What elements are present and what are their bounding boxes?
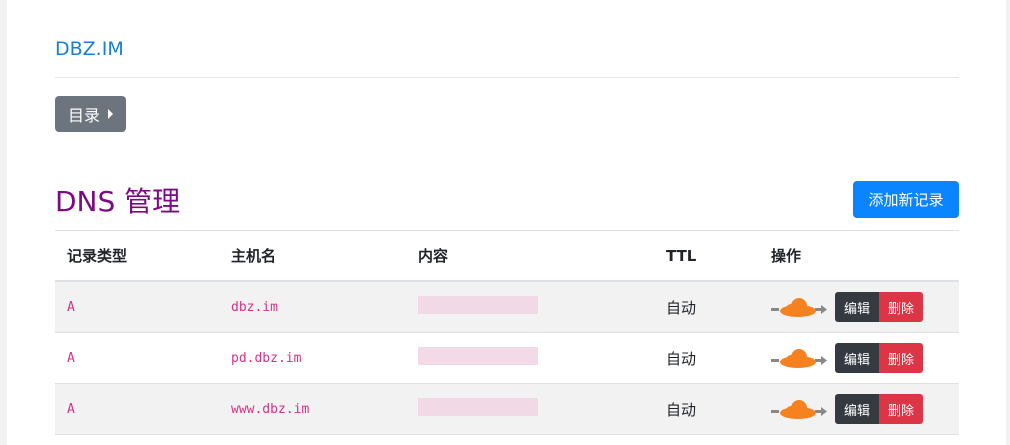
redacted-content xyxy=(418,347,538,365)
column-header-content: 内容 xyxy=(406,230,654,282)
cloud-proxy-icon[interactable] xyxy=(771,296,829,318)
record-actions: 编辑 删除 xyxy=(759,332,959,384)
record-type: A xyxy=(55,383,219,435)
toc-button[interactable]: 目录 xyxy=(55,96,126,132)
column-header-type: 记录类型 xyxy=(55,230,219,282)
record-actions: 编辑 删除 xyxy=(759,281,959,333)
cloud-proxy-icon[interactable] xyxy=(771,347,829,369)
record-actions: 编辑 删除 xyxy=(759,383,959,435)
table-row: A dbz.im 自动 编辑 删除 xyxy=(55,281,959,333)
page-title: DNS 管理 xyxy=(55,185,181,218)
site-title-link[interactable]: DBZ.IM xyxy=(55,38,124,60)
record-type: A xyxy=(55,281,219,333)
table-row: A www.dbz.im 自动 编辑 删除 xyxy=(55,383,959,435)
record-content xyxy=(406,332,654,384)
delete-button[interactable]: 删除 xyxy=(879,292,924,322)
delete-button[interactable]: 删除 xyxy=(879,394,924,424)
record-ttl: 自动 xyxy=(654,332,759,384)
record-type: A xyxy=(55,332,219,384)
record-host: www.dbz.im xyxy=(219,383,406,435)
record-content xyxy=(406,383,654,435)
column-header-ttl: TTL xyxy=(654,230,759,282)
edit-button[interactable]: 编辑 xyxy=(835,292,880,322)
caret-right-icon xyxy=(108,109,113,119)
redacted-content xyxy=(418,398,538,416)
column-header-actions: 操作 xyxy=(759,230,959,282)
page-container: DBZ.IM 目录 DNS 管理 添加新记录 记录类型 主机名 内容 TTL 操… xyxy=(7,0,1006,445)
add-record-button[interactable]: 添加新记录 xyxy=(853,181,959,218)
dns-records-table: 记录类型 主机名 内容 TTL 操作 A dbz.im 自动 编辑 删除 A p… xyxy=(55,230,959,435)
delete-button[interactable]: 删除 xyxy=(879,343,924,373)
record-content xyxy=(406,281,654,333)
edit-button[interactable]: 编辑 xyxy=(835,343,880,373)
table-header-row: 记录类型 主机名 内容 TTL 操作 xyxy=(55,230,959,282)
toc-button-label: 目录 xyxy=(67,106,100,125)
record-host: dbz.im xyxy=(219,281,406,333)
table-row: A pd.dbz.im 自动 编辑 删除 xyxy=(55,332,959,384)
record-host: pd.dbz.im xyxy=(219,332,406,384)
record-ttl: 自动 xyxy=(654,281,759,333)
redacted-content xyxy=(418,296,538,314)
cloud-proxy-icon[interactable] xyxy=(771,398,829,420)
column-header-host: 主机名 xyxy=(219,230,406,282)
record-ttl: 自动 xyxy=(654,383,759,435)
edit-button[interactable]: 编辑 xyxy=(835,394,880,424)
header-divider xyxy=(55,77,959,78)
